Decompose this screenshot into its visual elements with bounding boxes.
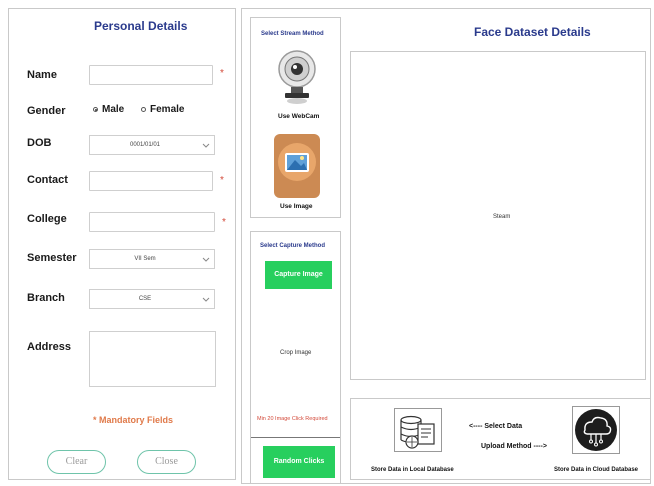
local-database-icon [394, 408, 442, 452]
capture-panel: Select Stream Method Use WebCam Use Imag… [241, 8, 651, 484]
male-radio-label: Male [102, 104, 125, 115]
gender-option-female[interactable]: Female [141, 104, 184, 115]
contact-required-mark: * [220, 175, 224, 186]
cloud-database-icon [572, 406, 620, 454]
mandatory-fields-note: * Mandatory Fields [93, 415, 174, 425]
name-required-mark: * [220, 68, 224, 79]
use-image-label: Use Image [280, 203, 313, 210]
gender-radio-group: Male Female [93, 104, 198, 115]
branch-select[interactable]: CSE [89, 289, 215, 309]
semester-select[interactable]: VII Sem [89, 249, 215, 269]
webcam-icon [278, 50, 316, 104]
female-radio-label: Female [150, 104, 185, 115]
cloud-database-option[interactable] [572, 406, 620, 454]
chevron-down-icon [202, 297, 210, 302]
semester-label: Semester [27, 252, 77, 264]
stream-placeholder: Steam [493, 214, 511, 220]
gender-option-male[interactable]: Male [93, 104, 124, 115]
local-database-label: Store Data in Local Database [371, 467, 454, 473]
female-radio[interactable] [141, 107, 147, 112]
gender-label: Gender [27, 105, 66, 117]
personal-details-title: Personal Details [94, 19, 188, 33]
face-dataset-title: Face Dataset Details [474, 25, 591, 39]
stream-view: Steam [350, 51, 646, 380]
stream-method-box: Select Stream Method Use WebCam Use Imag… [250, 17, 341, 218]
dob-date-picker[interactable]: 0001/01/01 [89, 135, 215, 155]
upload-method-box: Store Data in Local Database <---- Selec… [350, 398, 651, 480]
capture-image-button[interactable]: Capture Image [265, 261, 332, 289]
capture-divider [251, 437, 340, 438]
address-label: Address [27, 341, 72, 353]
address-textarea[interactable] [89, 331, 216, 387]
capture-method-title: Select Capture Method [260, 243, 326, 249]
random-clicks-button[interactable]: Random Clicks [263, 446, 335, 478]
branch-label: Branch [27, 292, 65, 304]
crop-image-label: Crop Image [280, 350, 312, 356]
chevron-down-icon [202, 143, 210, 148]
close-button[interactable]: Close [137, 450, 196, 474]
use-image-option[interactable] [273, 132, 321, 200]
contact-input[interactable] [89, 171, 213, 191]
contact-label: Contact [27, 174, 68, 186]
local-database-option[interactable] [394, 408, 442, 452]
college-input[interactable] [89, 212, 215, 232]
college-required-mark: * [222, 217, 226, 228]
dob-label: DOB [27, 137, 52, 149]
branch-value: CSE [138, 296, 152, 302]
capture-method-box: Select Capture Method Capture Image Crop… [250, 231, 341, 484]
male-radio[interactable] [93, 107, 98, 112]
chevron-down-icon [202, 257, 210, 262]
image-icon [274, 134, 320, 198]
dob-value: 0001/01/01 [129, 142, 161, 148]
personal-details-panel: Personal Details Name * Gender Male Fema… [8, 8, 236, 480]
semester-value: VII Sem [134, 256, 156, 262]
select-data-text: <---- Select Data [469, 423, 523, 430]
stream-method-title: Select Stream Method [261, 31, 324, 37]
clear-button[interactable]: Clear [47, 450, 106, 474]
cloud-database-label: Store Data in Cloud Database [554, 467, 639, 473]
min-clicks-note: Min 20 Image Click Required [257, 416, 328, 422]
name-input[interactable] [89, 65, 213, 85]
use-webcam-label: Use WebCam [278, 113, 320, 120]
webcam-option[interactable] [275, 47, 319, 109]
name-label: Name [27, 69, 57, 81]
college-label: College [27, 213, 67, 225]
upload-method-text: Upload Method ----> [481, 443, 547, 450]
